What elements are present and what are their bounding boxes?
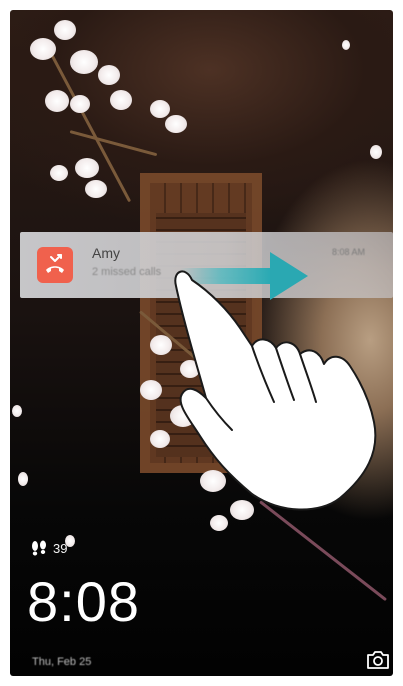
wallpaper-petal [342,40,350,50]
wallpaper-blossom [98,65,120,85]
notification-subtitle: 2 missed calls [92,266,162,278]
wallpaper-petal [18,472,28,486]
wallpaper-blossom [70,95,90,113]
wallpaper-blossom [50,165,68,181]
wallpaper-blossom [150,100,170,118]
swipe-hand-icon [174,270,377,511]
camera-icon[interactable] [366,650,390,670]
step-count: 39 [53,541,68,556]
wallpaper-blossom [165,115,187,133]
lockscreen-clock: 8:08 [27,570,140,633]
wallpaper-blossom [110,90,132,110]
wallpaper-blossom [150,430,170,448]
notification-time: 8:08 AM [331,247,365,257]
wallpaper-blossom [140,380,162,400]
step-counter: 39 [30,540,67,556]
wallpaper-branch [69,130,158,157]
wallpaper-petal [370,145,382,159]
wallpaper-blossom [54,20,76,40]
wallpaper-petal [12,405,22,417]
missed-call-icon [37,247,73,283]
wallpaper-blossom [45,90,69,112]
wallpaper-blossom [75,158,99,178]
footsteps-icon [32,540,46,556]
wallpaper-blossom [30,38,56,60]
lockscreen-date: Thu, Feb 25 [32,656,92,668]
wallpaper-blossom [70,50,98,74]
notification-title: Amy [92,245,120,261]
wallpaper-blossom [85,180,107,198]
wallpaper-blossom [150,335,172,355]
